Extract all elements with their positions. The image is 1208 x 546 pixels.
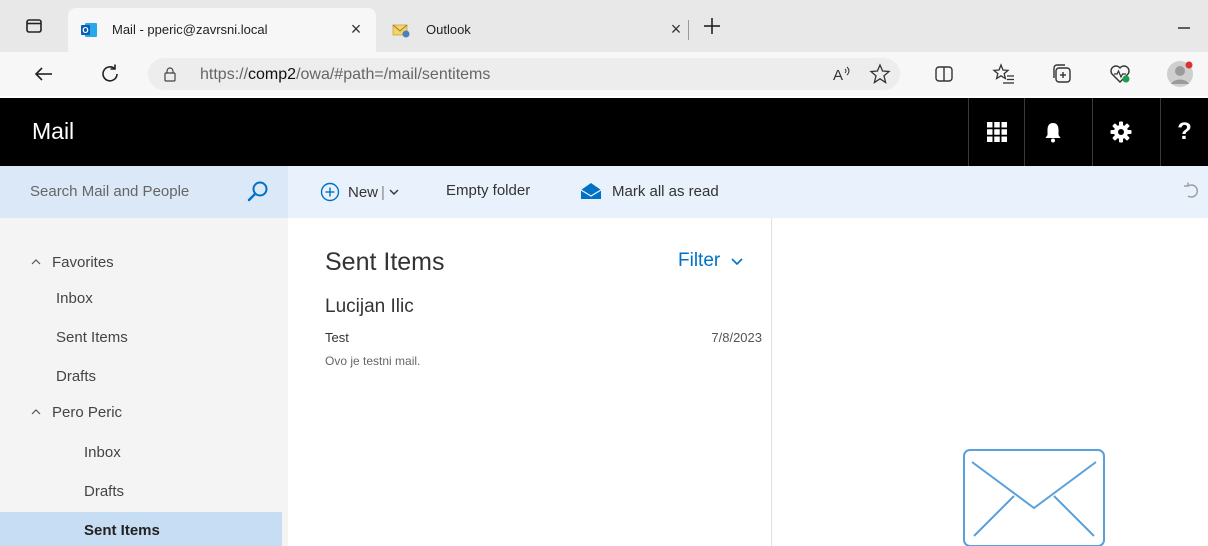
help-button[interactable]: ?: [1160, 98, 1208, 166]
folder-label: Drafts: [56, 368, 97, 385]
tab-title: Mail - pperic@zavrsni.local: [112, 22, 268, 37]
help-icon: ?: [1177, 118, 1192, 145]
folder-sent-items[interactable]: Sent Items: [0, 512, 282, 546]
refresh-icon[interactable]: [98, 62, 122, 86]
lock-icon[interactable]: [162, 66, 178, 82]
chevron-up-icon[interactable]: [30, 406, 42, 418]
new-button-label: New: [348, 183, 379, 201]
app-launcher-icon: [986, 122, 1007, 142]
mark-all-read-button[interactable]: Mark all as read: [580, 182, 719, 200]
bell-icon: [1045, 123, 1060, 143]
tab-separator: [688, 20, 689, 40]
folder-label: Sent Items: [56, 329, 128, 346]
new-button[interactable]: New |: [320, 182, 400, 202]
folder-pane: Favorites Inbox Sent Items Drafts Pero P…: [0, 218, 288, 546]
filter-button[interactable]: Filter: [678, 250, 744, 272]
split-screen-icon[interactable]: [932, 62, 956, 86]
empty-folder-button[interactable]: Empty folder: [446, 182, 530, 199]
folder-favorites-sent-items[interactable]: Sent Items: [0, 319, 282, 357]
search-placeholder: Search Mail and People: [30, 183, 190, 200]
mark-all-read-label: Mark all as read: [612, 182, 719, 200]
account-label: Pero Peric: [52, 404, 123, 421]
chevron-down-icon: [731, 258, 743, 266]
message-list: Sent Items Filter Lucijan Ilic Test 7/8/…: [288, 218, 772, 546]
favorite-star-icon[interactable]: [868, 62, 892, 86]
tab-close-icon[interactable]: ×: [346, 19, 366, 39]
outlook-envelope-icon: [392, 24, 410, 38]
read-aloud-icon[interactable]: A: [830, 62, 854, 86]
search-icon[interactable]: [246, 180, 270, 204]
profile-avatar-icon[interactable]: [1166, 60, 1194, 88]
command-bar: Search Mail and People New | Empty folde…: [0, 166, 1208, 218]
url-text: https://comp2/owa/#path=/mail/sentitems: [200, 66, 491, 83]
tab-title: Outlook: [426, 22, 471, 37]
folder-label: Inbox: [56, 290, 93, 307]
add-circle-icon: [320, 182, 340, 202]
browser-essentials-icon[interactable]: [1108, 62, 1132, 86]
filter-label: Filter: [678, 250, 721, 271]
empty-folder-label: Empty folder: [446, 182, 531, 199]
svg-text:O: O: [82, 26, 88, 35]
favorites-list-icon[interactable]: [992, 62, 1016, 86]
browser-address-bar: https://comp2/owa/#path=/mail/sentitems …: [0, 52, 1208, 96]
account-group-header[interactable]: Pero Peric: [0, 394, 282, 432]
tab-close-icon[interactable]: ×: [666, 19, 686, 39]
chevron-up-icon[interactable]: [30, 256, 42, 268]
favorites-label: Favorites: [52, 254, 114, 271]
folder-label: Sent Items: [84, 522, 160, 539]
undo-icon[interactable]: [1182, 182, 1200, 200]
tab-mail[interactable]: O Mail - pperic@zavrsni.local ×: [68, 8, 376, 52]
folder-favorites-drafts[interactable]: Drafts: [0, 358, 282, 396]
app-launcher-button[interactable]: [968, 98, 1024, 166]
owa-header: Mail ?: [0, 98, 1208, 166]
favorites-group-header[interactable]: Favorites: [0, 244, 282, 282]
outlook-icon: O: [81, 23, 97, 37]
tab-actions-icon[interactable]: [24, 16, 44, 36]
list-item[interactable]: Lucijan Ilic Test 7/8/2023 Ovo je testni…: [288, 290, 771, 380]
gear-icon: [1110, 121, 1131, 143]
browser-tab-strip: O Mail - pperic@zavrsni.local × Outlook …: [0, 0, 1208, 52]
back-icon[interactable]: [32, 62, 56, 86]
minimize-icon[interactable]: [1174, 16, 1194, 36]
message-sender: Lucijan Ilic: [325, 296, 414, 317]
address-field[interactable]: https://comp2/owa/#path=/mail/sentitems: [148, 58, 900, 90]
folder-inbox[interactable]: Inbox: [0, 434, 282, 472]
folder-label: Inbox: [84, 444, 121, 461]
tab-outlook[interactable]: Outlook ×: [380, 8, 702, 52]
message-preview: Ovo je testni mail.: [325, 354, 421, 368]
settings-button[interactable]: [1092, 98, 1148, 166]
notifications-button[interactable]: [1024, 98, 1080, 166]
folder-drafts[interactable]: Drafts: [0, 473, 282, 511]
collections-icon[interactable]: [1050, 62, 1074, 86]
reading-pane: [772, 218, 1208, 546]
app-title: Mail: [32, 118, 75, 144]
svg-text:A: A: [833, 67, 843, 84]
message-date: 7/8/2023: [711, 330, 762, 345]
mail-envelope-icon: [963, 449, 1105, 546]
open-envelope-icon: [580, 183, 602, 199]
new-tab-icon[interactable]: [700, 14, 724, 38]
folder-heading: Sent Items: [325, 248, 445, 276]
search-input[interactable]: Search Mail and People: [0, 166, 288, 218]
folder-label: Drafts: [84, 483, 125, 500]
message-subject: Test: [325, 330, 349, 345]
folder-favorites-inbox[interactable]: Inbox: [0, 280, 282, 318]
new-button-separator: |: [381, 183, 385, 201]
chevron-down-icon[interactable]: [388, 186, 400, 198]
